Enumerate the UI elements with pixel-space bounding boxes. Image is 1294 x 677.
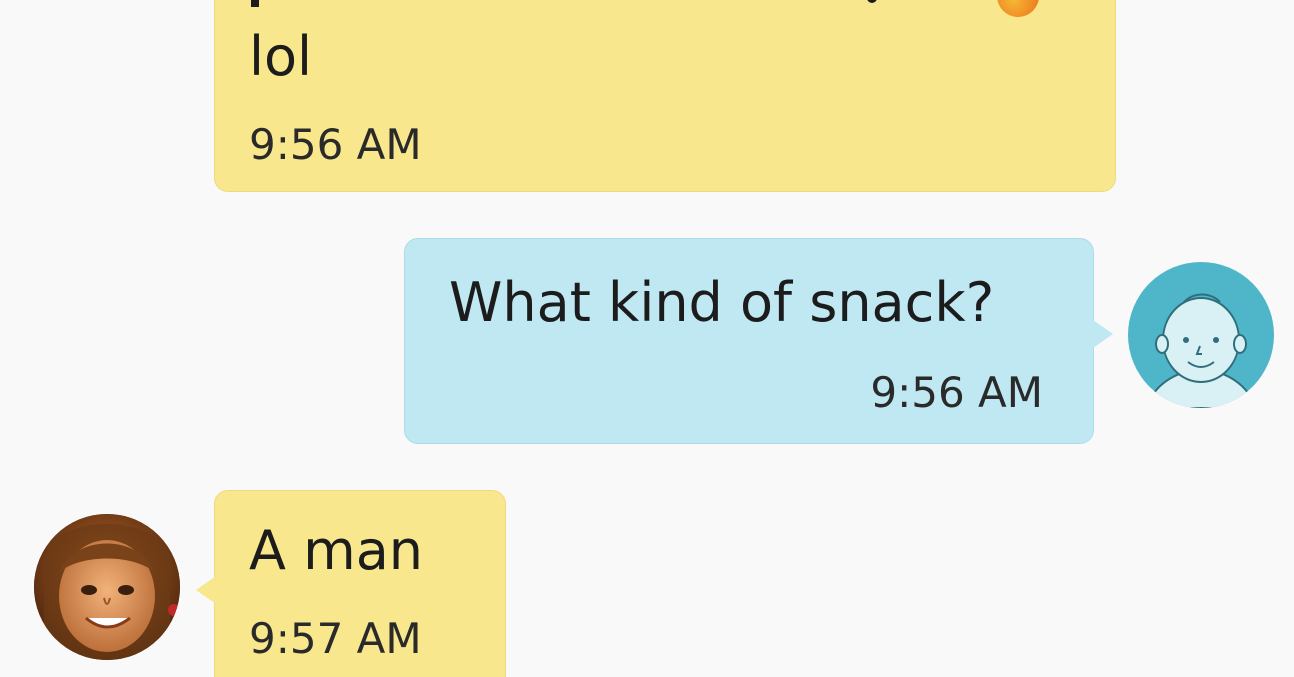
message-text: What kind of snack? <box>449 271 995 334</box>
cut-off-text-fragment <box>251 0 259 7</box>
message-bubble-incoming[interactable]: A man 9:57 AM <box>214 490 506 677</box>
emoji-icon <box>997 0 1039 17</box>
cut-off-text-fragment <box>867 0 877 3</box>
bubble-tail <box>1093 320 1113 348</box>
self-avatar[interactable] <box>1128 262 1274 408</box>
message-timestamp: 9:57 AM <box>249 614 422 663</box>
contact-avatar[interactable] <box>34 514 180 660</box>
message-bubble-incoming[interactable]: lol 9:56 AM <box>214 0 1116 192</box>
message-timestamp: 9:56 AM <box>870 368 1043 417</box>
message-text: lol <box>249 25 313 88</box>
message-thread: lol 9:56 AM What kind of snack? 9:56 AM … <box>0 0 1294 677</box>
message-text: A man <box>249 519 424 582</box>
contact-photo <box>34 514 180 660</box>
bubble-tail <box>196 576 216 604</box>
person-placeholder-icon <box>1144 293 1258 408</box>
message-bubble-outgoing[interactable]: What kind of snack? 9:56 AM <box>404 238 1094 444</box>
message-timestamp: 9:56 AM <box>249 120 422 169</box>
